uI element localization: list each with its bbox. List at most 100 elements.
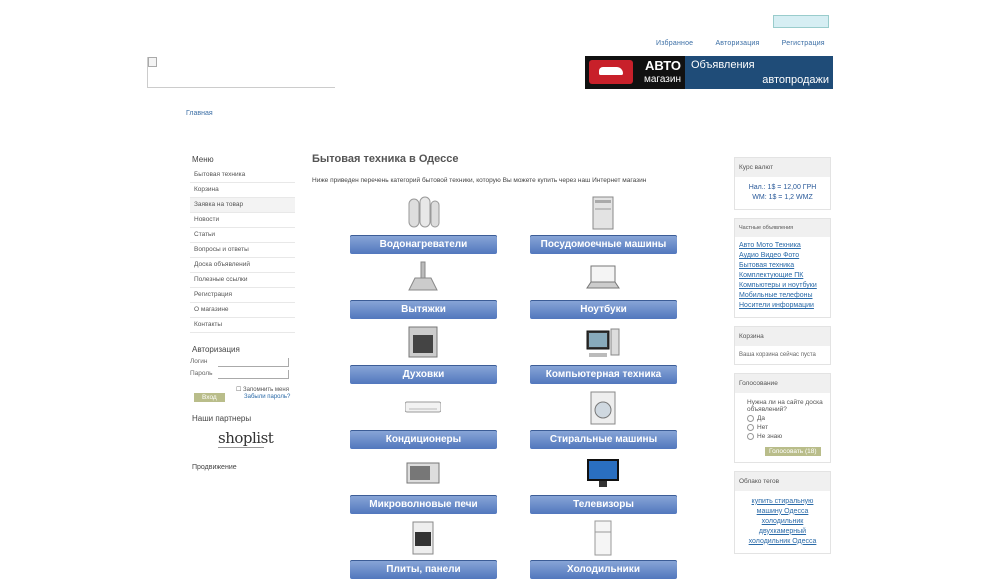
category-dishwashers[interactable]: Посудомоечные машины: [530, 195, 677, 255]
remember-checkbox[interactable]: ☐ Запомнить меня: [236, 386, 289, 393]
broken-image-icon: [148, 57, 157, 67]
remember-label: Запомнить меня: [243, 387, 289, 393]
main-content: Бытовая техника в Одессе Ниже приведен п…: [312, 153, 702, 184]
private-ads-title: Частные объявления: [735, 219, 830, 237]
register-link[interactable]: Регистрация: [782, 40, 825, 47]
menu-item[interactable]: Регистрация: [190, 288, 295, 303]
category-button[interactable]: Вытяжки: [350, 300, 497, 319]
microwave-icon: [405, 455, 441, 491]
dishwasher-icon: [585, 195, 621, 231]
tag-link[interactable]: двухкамерный холодильник Одесса: [739, 527, 826, 547]
category-microwaves[interactable]: Микроволновые печи: [350, 455, 497, 515]
category-washing-machines[interactable]: Стиральные машины: [530, 390, 677, 450]
private-ads-box: Частные объявления Авто Мото Техника Ауд…: [734, 218, 831, 318]
search-input[interactable]: [773, 15, 829, 28]
login-actions: Вход ☐ Запомнить меня Забыли пароль?: [190, 386, 295, 404]
login-label: Логин: [190, 358, 208, 365]
ads-link[interactable]: Бытовая техника: [739, 261, 826, 271]
forgot-link[interactable]: Забыли пароль?: [244, 394, 290, 400]
partners-title: Наши партнеры: [192, 414, 252, 423]
category-fridges[interactable]: Холодильники: [530, 520, 677, 580]
promo-title: Продвижение: [192, 464, 237, 471]
menu-item[interactable]: Доска объявлений: [190, 258, 295, 273]
laptop-icon: [585, 260, 621, 296]
login-link[interactable]: Авторизация: [715, 40, 759, 47]
category-button[interactable]: Стиральные машины: [530, 430, 677, 449]
category-button[interactable]: Духовки: [350, 365, 497, 384]
poll-question: Нужна ли на сайте доска объявлений?: [747, 399, 823, 413]
fridge-icon: [585, 520, 621, 556]
menu-item[interactable]: О магазине: [190, 303, 295, 318]
login-input[interactable]: [218, 358, 289, 367]
ads-link[interactable]: Компьютеры и ноутбуки: [739, 281, 826, 291]
category-ovens[interactable]: Духовки: [350, 325, 497, 385]
password-input[interactable]: [218, 370, 289, 379]
category-water-heaters[interactable]: Водонагреватели: [350, 195, 497, 255]
ads-link[interactable]: Комплектующие ПК: [739, 271, 826, 281]
poll-option[interactable]: Нет: [747, 424, 826, 431]
menu-item[interactable]: Контакты: [190, 318, 295, 333]
ads-link[interactable]: Авто Мото Техника: [739, 241, 826, 251]
category-button[interactable]: Холодильники: [530, 560, 677, 579]
login-row: Логин: [190, 358, 295, 370]
hood-icon: [405, 260, 441, 296]
login-button[interactable]: Вход: [194, 393, 225, 402]
rate-cash: Нал.: 1$ = 12,00 ГРН: [748, 184, 817, 191]
site-logo[interactable]: [147, 57, 335, 88]
category-button[interactable]: Ноутбуки: [530, 300, 677, 319]
air-conditioner-icon: [404, 390, 442, 426]
category-button[interactable]: Телевизоры: [530, 495, 677, 514]
tag-link[interactable]: холодильник: [739, 517, 826, 527]
category-button[interactable]: Плиты, панели: [350, 560, 497, 579]
menu-item[interactable]: Бытовая техника: [190, 168, 295, 183]
washing-machine-icon: [585, 390, 621, 426]
ads-link[interactable]: Носители информации: [739, 301, 826, 311]
menu-title: Меню: [192, 155, 214, 164]
category-computers[interactable]: Компьютерная техника: [530, 325, 677, 385]
banner-auto-text: АВТО: [644, 58, 681, 73]
category-button[interactable]: Посудомоечные машины: [530, 235, 677, 254]
poll-option[interactable]: Не знаю: [747, 433, 826, 441]
vote-button[interactable]: Голосовать (18): [765, 446, 821, 456]
tag-link[interactable]: купить стиральную машину Одесса: [739, 497, 826, 517]
banner-sales-text: автопродажи: [762, 74, 829, 86]
left-sidebar: Меню Бытовая техника Корзина Заявка на т…: [190, 155, 295, 475]
currency-title: Курс валют: [735, 158, 830, 177]
breadcrumb[interactable]: Главная: [186, 110, 213, 117]
page-title: Бытовая техника в Одессе: [312, 153, 459, 165]
category-stoves[interactable]: Плиты, панели: [350, 520, 497, 580]
banner-shop-text: магазин: [643, 74, 681, 85]
banner-right: Объявления автопродажи: [685, 56, 833, 89]
ads-link[interactable]: Аудио Видео Фото: [739, 251, 826, 261]
category-laptops[interactable]: Ноутбуки: [530, 260, 677, 320]
category-tvs[interactable]: Телевизоры: [530, 455, 677, 515]
category-hoods[interactable]: Вытяжки: [350, 260, 497, 320]
tv-icon: [585, 455, 621, 491]
banner-ads-text: Объявления: [691, 59, 755, 71]
menu-item[interactable]: Статьи: [190, 228, 295, 243]
favorites-link[interactable]: Избранное: [656, 40, 693, 47]
poll-title: Голосование: [735, 374, 830, 393]
menu-item[interactable]: Заявка на товар: [190, 198, 295, 213]
category-air-conditioners[interactable]: Кондиционеры: [350, 390, 497, 450]
water-heater-icon: [405, 195, 441, 231]
category-button[interactable]: Микроволновые печи: [350, 495, 497, 514]
menu-item[interactable]: Корзина: [190, 183, 295, 198]
menu-item[interactable]: Полезные ссылки: [190, 273, 295, 288]
auto-banner[interactable]: АВТО магазин Объявления автопродажи: [585, 56, 833, 89]
cart-text: Ваша корзина сейчас пуста: [739, 352, 816, 358]
category-button[interactable]: Водонагреватели: [350, 235, 497, 254]
category-grid: Водонагреватели Посудомоечные машины Выт…: [350, 195, 680, 579]
category-button[interactable]: Кондиционеры: [350, 430, 497, 449]
banner-left: АВТО магазин: [585, 56, 685, 89]
menu-item[interactable]: Новости: [190, 213, 295, 228]
cart-title: Корзина: [735, 327, 830, 346]
top-links: Избранное Авторизация Регистрация: [656, 40, 845, 47]
shoplist-logo[interactable]: shoplist: [218, 429, 274, 448]
tags-box: Облако тегов купить стиральную машину Од…: [734, 470, 831, 554]
ads-link[interactable]: Мобильные телефоны: [739, 291, 826, 301]
computer-icon: [585, 325, 621, 361]
menu-item[interactable]: Вопросы и ответы: [190, 243, 295, 258]
category-button[interactable]: Компьютерная техника: [530, 365, 677, 384]
poll-option[interactable]: Да: [747, 415, 826, 422]
